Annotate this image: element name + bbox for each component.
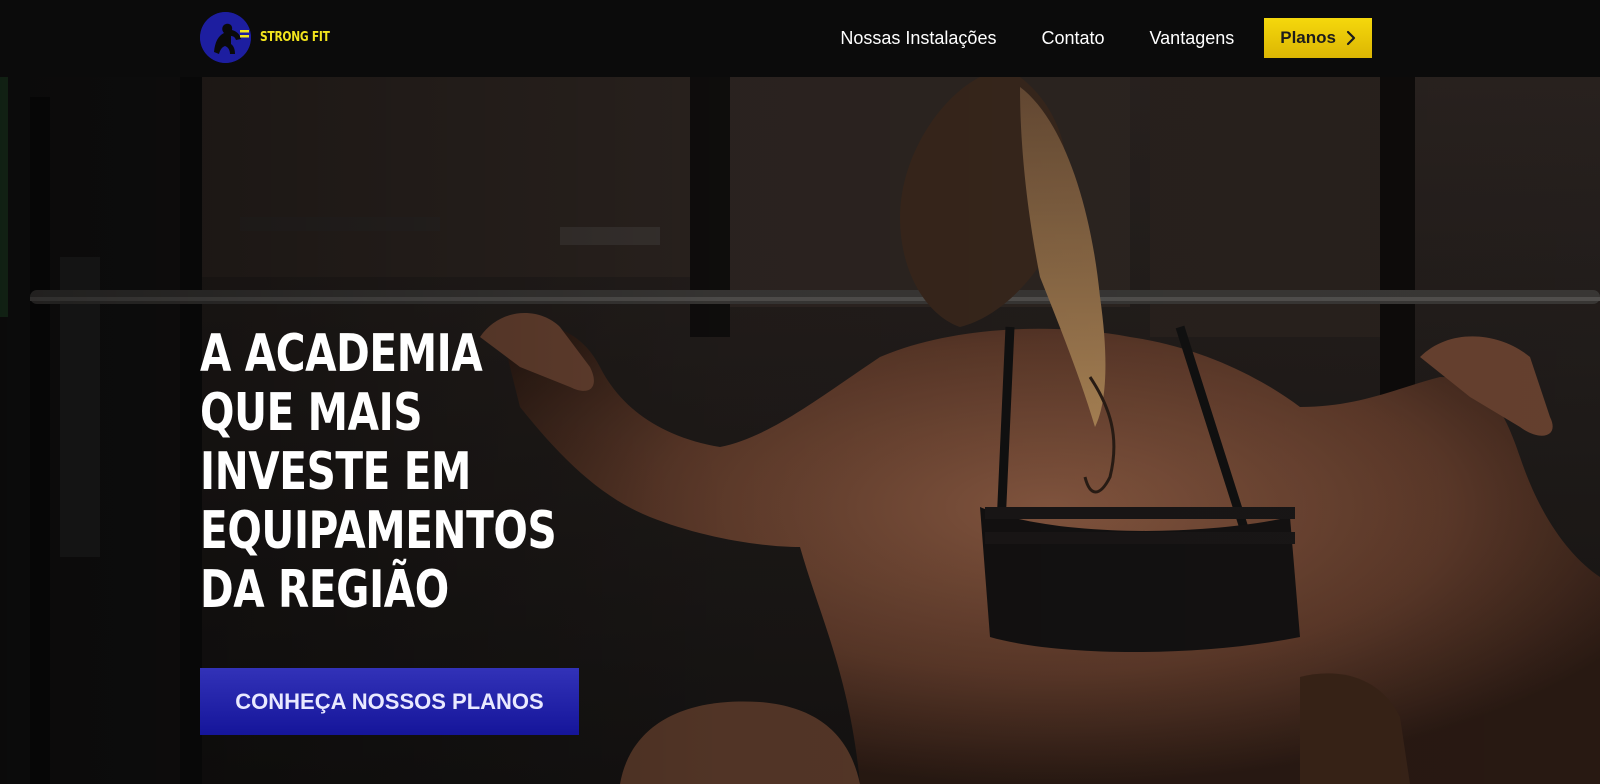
nav-link-contato[interactable]: Contato	[1041, 28, 1104, 49]
see-plans-button[interactable]: CONHEÇA NOSSOS PLANOS	[200, 668, 579, 735]
main-nav: Nossas Instalações Contato Vantagens Pla…	[840, 18, 1372, 58]
plans-button[interactable]: Planos	[1264, 18, 1372, 58]
brand-logo[interactable]: STRONG FIT	[200, 12, 345, 63]
nav-link-instalacoes[interactable]: Nossas Instalações	[840, 28, 996, 49]
site-header: STRONG FIT Nossas Instalações Contato Va…	[0, 0, 1600, 77]
brand-name: STRONG FIT	[260, 30, 330, 45]
hero-title: A ACADEMIA QUE MAIS INVESTE EM EQUIPAMEN…	[200, 324, 557, 620]
plans-button-label: Planos	[1280, 28, 1336, 47]
nav-link-vantagens[interactable]: Vantagens	[1150, 28, 1235, 49]
hero-section: A ACADEMIA QUE MAIS INVESTE EM EQUIPAMEN…	[0, 77, 1600, 784]
athlete-emblem-icon	[200, 12, 251, 63]
chevron-right-icon	[1346, 30, 1356, 46]
